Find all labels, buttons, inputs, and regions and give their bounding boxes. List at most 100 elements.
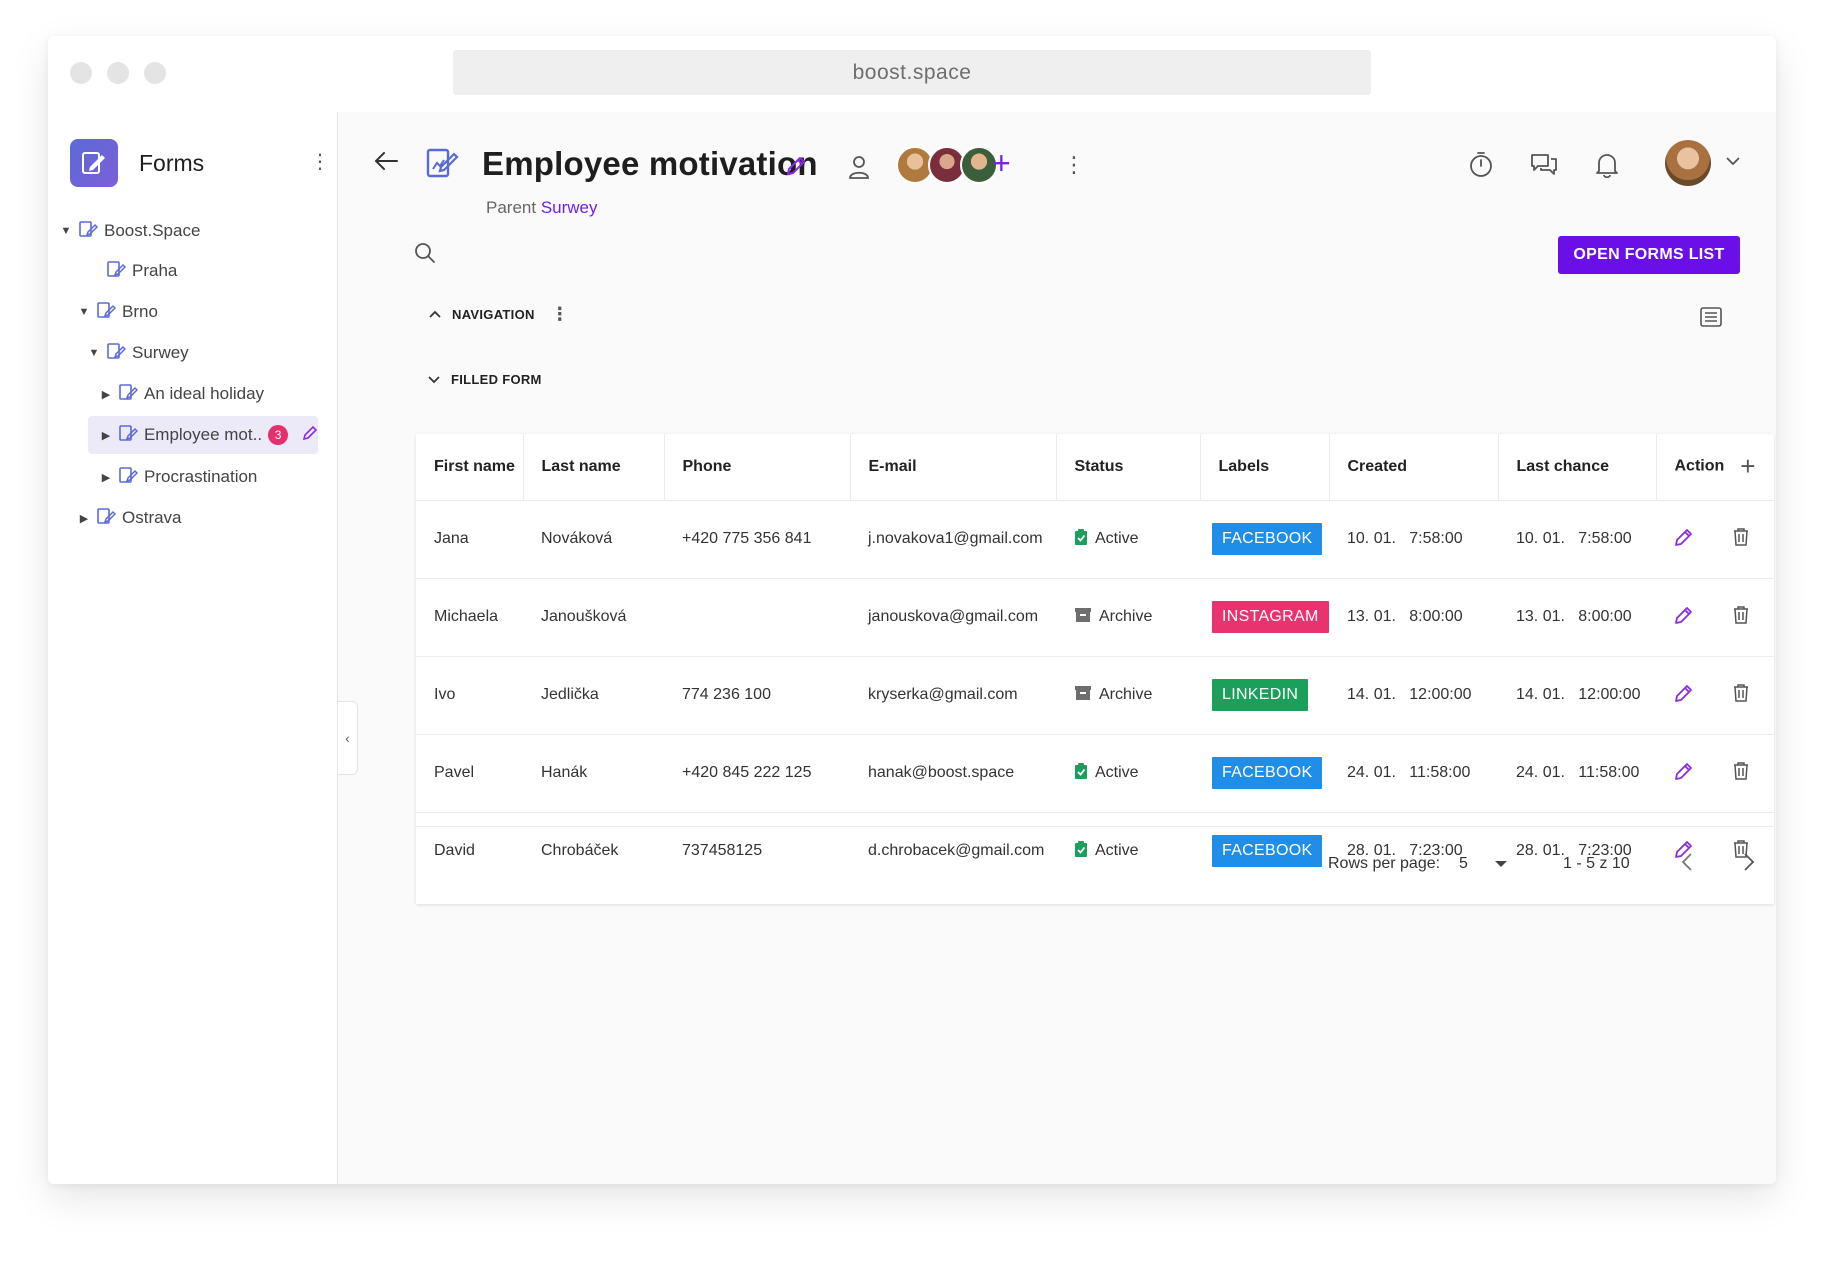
cell-last-chance: 24. 01. 11:58:00 — [1498, 733, 1656, 812]
cell-last-chance: 13. 01. 8:00:00 — [1498, 577, 1656, 656]
edit-pencil-icon[interactable] — [1674, 527, 1694, 552]
previous-page-icon[interactable] — [1680, 851, 1694, 878]
caret-down-icon[interactable]: ▼ — [60, 225, 72, 237]
sidebar-tree-label: Praha — [132, 261, 178, 280]
sidebar-tree-label: Ostrava — [122, 508, 182, 527]
column-header[interactable]: Last name — [523, 434, 665, 500]
caret-right-icon[interactable]: ▶ — [100, 471, 112, 484]
sidebar-tree-item[interactable]: ▼ Boost.Space — [60, 212, 200, 250]
caret-right-icon[interactable]: ▶ — [100, 429, 112, 442]
sidebar-tree-label: Procrastination — [144, 467, 258, 486]
cell-status: Active — [1056, 499, 1200, 578]
active-clipboard-icon — [1074, 762, 1088, 785]
window-close-dot[interactable] — [70, 62, 92, 84]
navigation-section-toggle[interactable]: NAVIGATION ⋮ — [428, 304, 569, 325]
edit-pencil-icon[interactable] — [302, 425, 318, 446]
cell-created: 13. 01. 8:00:00 — [1329, 577, 1498, 656]
navigation-section-label: NAVIGATION — [452, 307, 535, 322]
url-bar[interactable]: boost.space — [453, 50, 1371, 95]
trash-icon[interactable] — [1732, 761, 1750, 786]
navigation-more-icon[interactable]: ⋮ — [551, 304, 569, 325]
cell-status: Active — [1056, 733, 1200, 812]
caret-right-icon[interactable]: ▶ — [100, 388, 112, 401]
table-row[interactable]: Jana Nováková +420 775 356 841 j.novakova1@… — [416, 499, 1774, 578]
column-header[interactable]: Action + — [1656, 434, 1774, 500]
cell-created: 10. 01. 7:58:00 — [1329, 499, 1498, 578]
table-row[interactable]: Michaela Janoušková janouskova@gmail.com Ar… — [416, 577, 1774, 656]
column-header-label: E-mail — [868, 457, 917, 475]
add-member-button[interactable]: + — [992, 147, 1011, 179]
edit-pencil-icon[interactable] — [1674, 605, 1694, 630]
sidebar-tree-item[interactable]: Praha — [88, 252, 177, 290]
search-icon[interactable] — [413, 241, 437, 270]
cell-last: Hanák — [523, 733, 664, 812]
column-header[interactable]: Created — [1329, 434, 1499, 500]
open-forms-list-button[interactable]: OPEN FORMS LIST — [1558, 236, 1740, 274]
pagination-range: 1 - 5 z 10 — [1563, 855, 1630, 872]
cell-actions — [1656, 499, 1774, 578]
edit-title-icon[interactable] — [785, 155, 807, 182]
sidebar-tree-item[interactable]: ▶ Procrastination — [100, 458, 257, 496]
sidebar-tree-item[interactable]: ▶ Employee mot.. 3 — [88, 416, 318, 454]
sidebar-tree-item[interactable]: ▶ Ostrava — [78, 499, 182, 537]
column-header-label: First name — [434, 457, 515, 475]
table-header-row: First name Last name Phone E-mail Status Labe… — [416, 434, 1774, 500]
caret-right-icon[interactable]: ▶ — [78, 512, 90, 525]
bell-icon[interactable] — [1595, 151, 1619, 184]
list-view-icon[interactable] — [1699, 306, 1723, 333]
chat-icon[interactable] — [1529, 151, 1559, 182]
caret-down-icon[interactable]: ▼ — [78, 306, 90, 318]
status-text: Active — [1095, 764, 1139, 781]
status-text: Active — [1095, 530, 1139, 547]
label-badge[interactable]: FACEBOOK — [1212, 523, 1323, 555]
back-arrow-icon[interactable] — [373, 151, 399, 176]
owner-user-icon[interactable] — [847, 154, 871, 185]
cell-last: Janoušková — [523, 577, 664, 656]
sidebar-more-icon[interactable]: ⋮ — [310, 152, 330, 172]
add-column-button[interactable]: + — [1740, 451, 1755, 482]
column-header[interactable]: First name — [416, 434, 524, 500]
column-header[interactable]: Last chance — [1498, 434, 1657, 500]
sidebar-tree-item[interactable]: ▶ An ideal holiday — [100, 375, 264, 413]
cell-status: Archive — [1056, 655, 1200, 734]
header-more-icon[interactable]: ⋮ — [1063, 152, 1085, 178]
next-page-icon[interactable] — [1742, 851, 1756, 878]
parent-link[interactable]: Surwey — [541, 198, 598, 217]
column-header[interactable]: Phone — [664, 434, 851, 500]
chevron-down-icon[interactable] — [1725, 154, 1741, 172]
sidebar: Forms ⋮ ▼ Boost.Space Praha ▼ Brno ▼ Surwey ▶ An… — [48, 112, 338, 1184]
column-header[interactable]: Status — [1056, 434, 1201, 500]
window-maximize-dot[interactable] — [144, 62, 166, 84]
label-badge[interactable]: INSTAGRAM — [1212, 601, 1329, 633]
sidebar-tree-item[interactable]: ▼ Surwey — [88, 334, 189, 372]
browser-window: boost.space Forms ⋮ ▼ Boost.Space Praha ▼ Br… — [48, 36, 1776, 1184]
label-badge[interactable]: FACEBOOK — [1212, 757, 1323, 789]
app-title: Forms — [139, 150, 205, 176]
filled-form-section-toggle[interactable]: FILLED FORM — [427, 372, 542, 387]
cell-status: Archive — [1056, 577, 1200, 656]
cell-first: Ivo — [416, 655, 523, 734]
trash-icon[interactable] — [1732, 683, 1750, 708]
cell-first: Jana — [416, 499, 523, 578]
trash-icon[interactable] — [1732, 527, 1750, 552]
form-icon — [78, 219, 99, 244]
label-badge[interactable]: LINKEDIN — [1212, 679, 1309, 711]
form-icon — [106, 259, 127, 284]
timer-icon[interactable] — [1468, 151, 1494, 184]
trash-icon[interactable] — [1732, 605, 1750, 630]
caret-down-icon[interactable]: ▼ — [88, 347, 100, 359]
table-row[interactable]: Ivo Jedlička 774 236 100 kryserka@gmail.com… — [416, 655, 1774, 734]
column-header[interactable]: E-mail — [850, 434, 1057, 500]
edit-pencil-icon[interactable] — [1674, 683, 1694, 708]
rows-per-page-select[interactable]: 5 — [1459, 855, 1508, 873]
window-minimize-dot[interactable] — [107, 62, 129, 84]
column-header-label: Created — [1347, 457, 1408, 475]
page-title: Employee motivation — [482, 145, 818, 182]
sidebar-collapse-handle[interactable]: ‹ — [338, 701, 358, 775]
table-row[interactable]: Pavel Hanák +420 845 222 125 hanak@boost.sp… — [416, 733, 1774, 812]
column-header[interactable]: Labels — [1200, 434, 1330, 500]
forms-app-icon — [70, 139, 118, 187]
sidebar-tree-item[interactable]: ▼ Brno — [78, 293, 158, 331]
edit-pencil-icon[interactable] — [1674, 761, 1694, 786]
current-user-avatar[interactable] — [1665, 140, 1711, 186]
